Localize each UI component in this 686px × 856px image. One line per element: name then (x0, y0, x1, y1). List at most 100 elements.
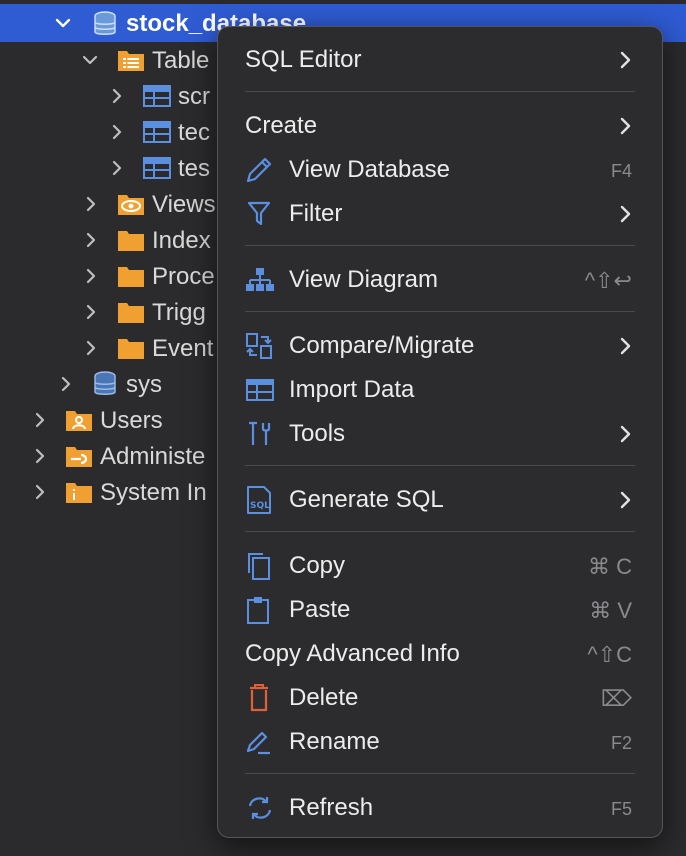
table-icon (143, 84, 171, 110)
tree-item-label: tec (178, 119, 211, 146)
menu-item-label: Compare/Migrate (289, 332, 475, 359)
tree-item-label: scr (178, 83, 210, 110)
tree-item-label: Event (152, 335, 214, 362)
forward-delete-icon: ⌦ (600, 686, 632, 711)
rename-icon (244, 727, 276, 757)
info-folder-icon (65, 479, 93, 505)
menu-item-label: Copy Advanced Info (245, 640, 460, 667)
menu-separator (245, 531, 635, 532)
copy-icon (244, 551, 276, 581)
menu-item-generate-sql[interactable]: SQL Generate SQL (218, 478, 662, 522)
chevron-right-icon[interactable] (80, 265, 102, 287)
chevron-down-icon[interactable] (52, 12, 74, 34)
diagram-icon (244, 265, 276, 295)
tree-item-label: Table (152, 47, 210, 74)
chevron-right-icon[interactable] (29, 445, 51, 467)
menu-item-label: Tools (289, 420, 346, 447)
chevron-right-icon (616, 335, 636, 357)
shortcut-label: F4 (610, 161, 632, 181)
chevron-right-icon[interactable] (80, 337, 102, 359)
menu-item-label: View Database (289, 156, 450, 183)
menu-item-label: Create (245, 112, 318, 139)
folder-icon (117, 263, 145, 289)
menu-separator (245, 465, 635, 466)
table-icon (143, 120, 171, 146)
chevron-right-icon[interactable] (80, 301, 102, 323)
menu-item-label: Delete (289, 684, 359, 711)
chevron-right-icon[interactable] (29, 481, 51, 503)
tree-item-label: Index (152, 227, 211, 254)
tree-item-label: Trigg (152, 299, 206, 326)
paste-icon (244, 595, 276, 625)
compare-icon (244, 331, 276, 361)
menu-item-create[interactable]: Create (218, 104, 662, 148)
pencil-icon (244, 155, 276, 185)
shortcut-label: ⌘ C (588, 554, 632, 579)
chevron-down-icon[interactable] (79, 49, 101, 71)
chevron-right-icon (616, 489, 636, 511)
menu-separator (245, 311, 635, 312)
users-folder-icon (65, 407, 93, 433)
sql-file-icon: SQL (244, 485, 276, 515)
menu-item-view-database[interactable]: View Database F4 (218, 148, 662, 192)
tables-folder-icon (117, 47, 145, 73)
tree-item-label: Views (152, 191, 216, 218)
folder-icon (117, 335, 145, 361)
chevron-right-icon (616, 115, 636, 137)
folder-icon (117, 299, 145, 325)
views-folder-icon (117, 191, 145, 217)
database-icon (92, 370, 120, 396)
menu-item-filter[interactable]: Filter (218, 192, 662, 236)
menu-item-refresh[interactable]: Refresh F5 (218, 786, 662, 830)
menu-item-rename[interactable]: Rename F2 (218, 720, 662, 764)
chevron-right-icon[interactable] (55, 373, 77, 395)
menu-item-label: Generate SQL (289, 486, 444, 513)
svg-text:SQL: SQL (250, 501, 270, 511)
tree-item-label: System In (100, 479, 207, 506)
tree-item-label: Users (100, 407, 163, 434)
chevron-right-icon (616, 49, 636, 71)
database-icon (92, 10, 120, 36)
menu-item-view-diagram[interactable]: View Diagram ^⇧↩ (218, 258, 662, 302)
shortcut-label: F5 (610, 799, 632, 819)
menu-item-label: SQL Editor (245, 46, 362, 73)
menu-item-compare-migrate[interactable]: Compare/Migrate (218, 324, 662, 368)
menu-separator (245, 245, 635, 246)
import-table-icon (244, 375, 276, 405)
shortcut-label: F2 (610, 733, 632, 753)
menu-item-copy[interactable]: Copy ⌘ C (218, 544, 662, 588)
chevron-right-icon[interactable] (106, 85, 128, 107)
menu-item-delete[interactable]: Delete ⌦ (218, 676, 662, 720)
menu-item-paste[interactable]: Paste ⌘ V (218, 588, 662, 632)
chevron-right-icon (616, 423, 636, 445)
chevron-right-icon[interactable] (80, 229, 102, 251)
tree-item-label: sys (126, 371, 162, 398)
menu-item-label: Paste (289, 596, 351, 623)
shortcut-label: ⌘ V (589, 598, 632, 623)
wrench-folder-icon (65, 443, 93, 469)
shortcut-label: ^⇧↩ (584, 268, 632, 293)
chevron-right-icon[interactable] (29, 409, 51, 431)
chevron-right-icon[interactable] (80, 193, 102, 215)
folder-icon (117, 227, 145, 253)
menu-item-label: View Diagram (289, 266, 438, 293)
menu-item-label: Copy (289, 552, 346, 579)
menu-item-copy-advanced-info[interactable]: Copy Advanced Info ^⇧C (218, 632, 662, 676)
menu-item-label: Refresh (289, 794, 374, 821)
tree-item-label: Proce (152, 263, 215, 290)
table-icon (143, 156, 171, 182)
tools-icon (244, 419, 276, 449)
menu-item-label: Import Data (289, 376, 415, 403)
menu-item-sql-editor[interactable]: SQL Editor (218, 38, 662, 82)
menu-separator (245, 773, 635, 774)
menu-item-tools[interactable]: Tools (218, 412, 662, 456)
context-menu: SQL Editor Create View Database F4 Filte… (217, 26, 663, 838)
menu-item-label: Rename (289, 728, 380, 755)
menu-separator (245, 91, 635, 92)
chevron-right-icon[interactable] (106, 157, 128, 179)
chevron-right-icon[interactable] (106, 121, 128, 143)
menu-item-import-data[interactable]: Import Data (218, 368, 662, 412)
tree-item-label: Administe (100, 443, 206, 470)
tree-item-label: tes (178, 155, 211, 182)
chevron-right-icon (616, 203, 636, 225)
